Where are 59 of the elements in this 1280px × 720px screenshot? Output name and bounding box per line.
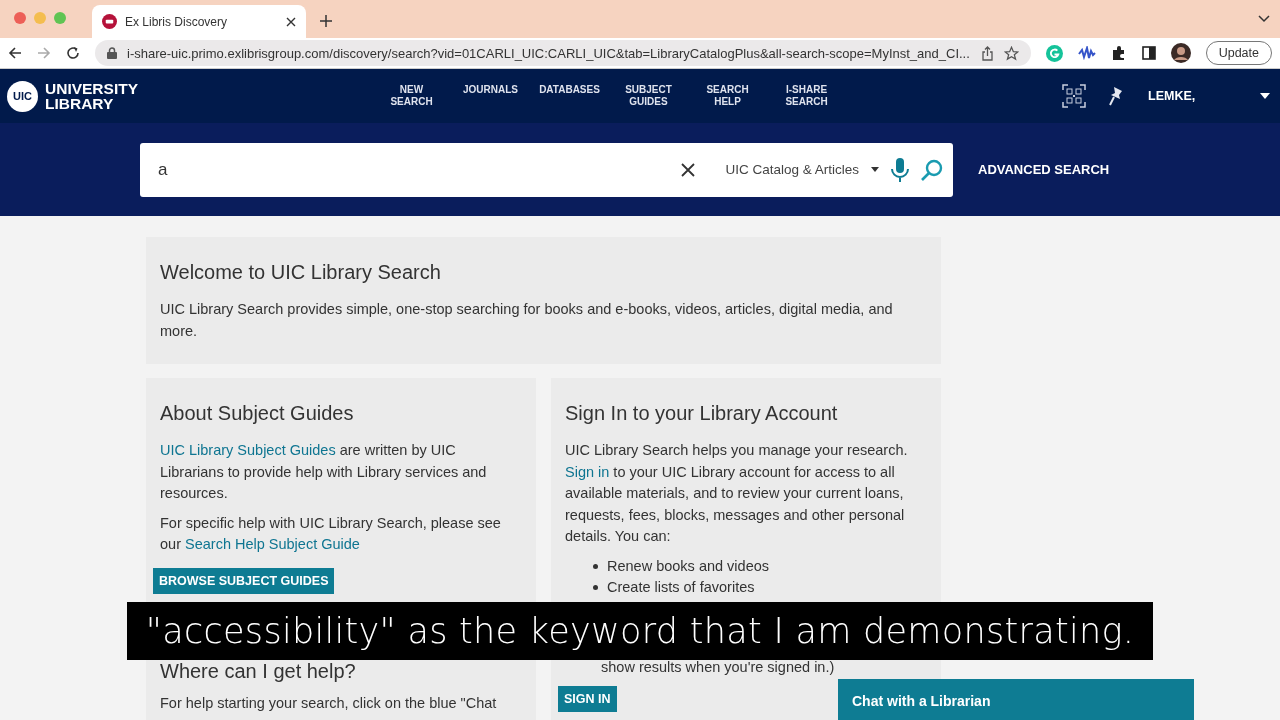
bullet-icon [593,585,598,591]
nav-link[interactable]: NEW SEARCH [372,84,451,108]
paragraph: UIC Library Search helps you manage your research. Sign in to your UIC Library account for access to all available materials, and to review your current loans, requests, fees, blocks, messages and other personal details. You can: [565,441,909,546]
nav-link[interactable]: SUBJECT GUIDES [609,84,688,108]
waveform-icon[interactable] [1077,46,1096,60]
welcome-text: UIC Library Search provides simple, one-stop searching for books and e-books, videos, articles, digital media, and more. [160,300,894,341]
user-menu[interactable]: LEMKE, [1148,89,1238,103]
lock-icon [107,47,117,59]
back-icon[interactable] [8,46,22,60]
clear-icon[interactable] [681,162,696,177]
nav-link[interactable]: JOURNALS [451,84,530,108]
search-bar[interactable]: a UIC Catalog & Articles [140,142,953,197]
sign-in-button[interactable]: SIGN IN [558,686,617,712]
logo-text: UNIVERSITY LIBRARY [45,81,138,111]
caret-icon[interactable] [1260,93,1270,99]
microphone-icon[interactable] [891,157,909,182]
avatar-icon[interactable] [1170,43,1191,63]
reload-icon[interactable] [66,46,80,60]
chat-panel[interactable]: Chat with a Librarian [838,679,1194,720]
close-icon[interactable] [286,16,296,27]
star-icon[interactable] [1003,45,1019,61]
advanced-search-link[interactable]: ADVANCED SEARCH [978,162,1110,177]
text-link[interactable]: Search Help Subject Guide [185,536,360,552]
paragraph: UIC Library Subject Guides are written by UIC Librarians to provide help with Library services and resources. [160,441,488,503]
chat-title: Chat with a Librarian [852,693,991,709]
caret-icon[interactable] [871,167,879,172]
scope-dropdown[interactable]: UIC Catalog & Articles [725,162,859,177]
url-text: i-share-uic.primo.exlibrisgroup.com/discovery/search?vid=01CARLI_UIC:CARLI_UIC&tab=LibraryCatalogPlus&all-search-scope=MyInst_and_CI... [127,45,971,61]
browse-subject-guides-button[interactable]: BROWSE SUBJECT GUIDES [153,567,335,594]
card-title: Where can I get help? [160,659,357,683]
update-button[interactable]: Update [1205,41,1272,65]
tab-title: Ex Libris Discovery [125,14,229,29]
bullet-icon [593,563,598,569]
logo-badge: UIC [7,80,38,112]
search-icon[interactable] [921,158,943,181]
nav-link[interactable]: SEARCH HELP [688,84,767,108]
list-item: Create lists of favorites [607,578,755,597]
text-link[interactable]: UIC Library Subject Guides [160,442,336,458]
address-bar[interactable]: i-share-uic.primo.exlibrisgroup.com/discovery/search?vid=01CARLI_UIC:CARLI_UIC&tab=LibraryCatalogPlus&all-search-scope=MyInst_and_CI... [95,40,1031,66]
new-tab-icon[interactable] [320,15,332,27]
browser-tab[interactable]: Ex Libris Discovery [92,5,306,38]
qr-code-icon[interactable] [1062,84,1086,108]
nav-link[interactable]: I-SHARE SEARCH [767,84,846,108]
video-caption: "accessibility" as the keyword that I am demonstrating. [127,602,1153,660]
text-link[interactable]: Sign in [565,463,610,480]
nav-link[interactable]: DATABASES [530,84,609,108]
sidebar-icon[interactable] [1141,46,1156,60]
logo-icon [102,14,117,29]
card-title: About Subject Guides [160,402,355,425]
chevron-down-icon[interactable] [1258,15,1270,23]
note-text: show results when you're signed in.) [601,657,836,677]
search-input[interactable]: a [156,158,670,181]
card-title: Sign In to your Library Account [565,402,839,425]
card-title: Welcome to UIC Library Search [160,261,442,284]
list-item: Renew books and videos [607,556,770,576]
paragraph: For help starting your search, click on the blue "Chat [160,693,498,713]
paragraph: For specific help with UIC Library Search, please see our Search Help Subject Guide [160,513,502,554]
puzzle-icon[interactable] [1110,45,1127,61]
share-icon[interactable] [980,45,994,61]
